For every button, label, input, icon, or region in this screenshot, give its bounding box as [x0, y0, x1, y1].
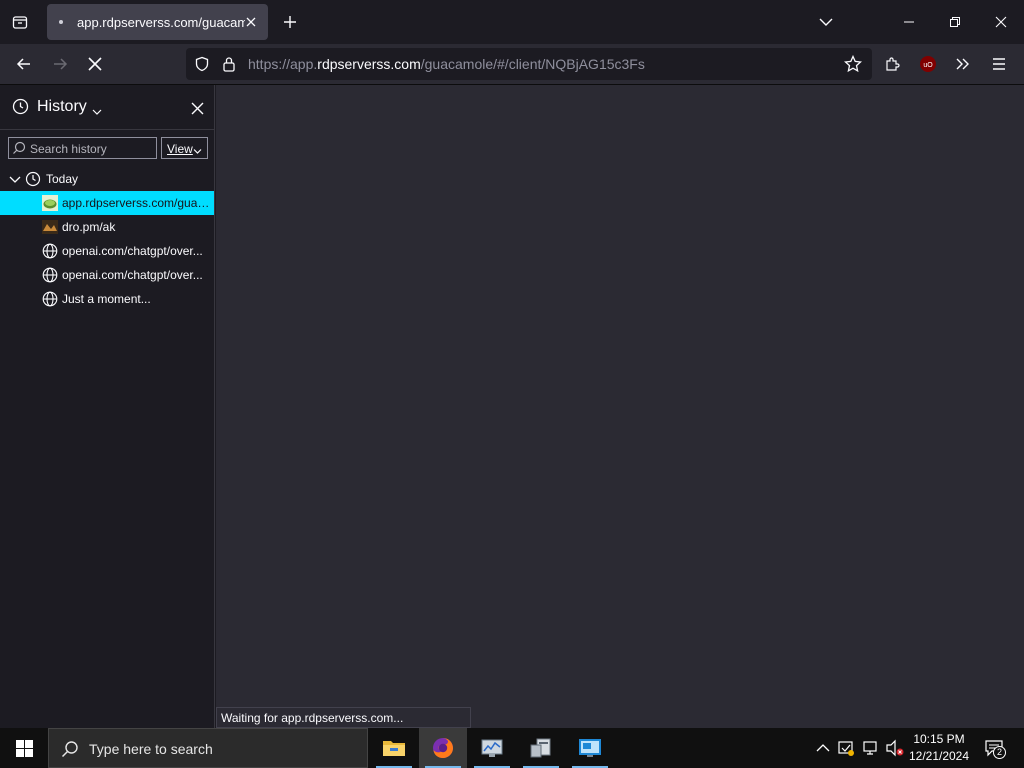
restore-icon[interactable] — [932, 0, 978, 44]
chevron-down-icon — [193, 144, 202, 158]
view-button[interactable]: View — [161, 137, 208, 159]
divider — [0, 129, 214, 130]
sidebar-header[interactable]: History — [0, 85, 214, 129]
bookmark-star-icon[interactable] — [843, 54, 863, 78]
sidebar-close-icon[interactable] — [186, 97, 208, 119]
history-sidebar: History Search history View Today app.rd… — [0, 85, 215, 728]
tab-strip: app.rdpserverss.com/guacamole — [0, 0, 1024, 44]
loading-dot-icon — [59, 20, 63, 24]
url-host: rdpserverss.com — [317, 56, 421, 72]
forward-icon — [46, 50, 74, 78]
taskbar-search-placeholder: Type here to search — [89, 741, 213, 757]
search-icon — [12, 141, 26, 160]
ublock-origin-icon[interactable]: uO — [914, 50, 942, 78]
url-text[interactable]: https://app.rdpserverss.com/guacamole/#/… — [248, 56, 645, 72]
server-manager-icon[interactable] — [517, 728, 565, 768]
url-prefix: https://app. — [248, 56, 318, 72]
clock-icon — [12, 98, 29, 120]
status-panel: Waiting for app.rdpserverss.com... — [216, 707, 471, 728]
network-icon[interactable] — [861, 738, 881, 758]
sidebar-title[interactable]: History — [37, 98, 87, 116]
clock-date: 12/21/2024 — [908, 749, 970, 763]
search-icon — [61, 740, 79, 763]
history-item-label: Just a moment... — [62, 292, 151, 306]
history-item-label: app.rdpserverss.com/guac... — [62, 196, 210, 210]
remote-desktop-icon[interactable] — [566, 728, 614, 768]
url-path: /guacamole/#/client/NQBjAG15c3Fs — [420, 56, 645, 72]
svg-text:uO: uO — [923, 62, 933, 69]
firefox-taskbar-icon[interactable] — [419, 728, 467, 768]
guacamole-favicon — [42, 195, 58, 211]
firefox-view-icon[interactable] — [6, 8, 34, 36]
search-placeholder: Search history — [30, 142, 107, 156]
history-item[interactable]: openai.com/chatgpt/over... — [0, 263, 214, 287]
close-tab-icon[interactable] — [242, 13, 260, 31]
tab-title: app.rdpserverss.com/guacamole — [77, 14, 245, 30]
server-status-icon[interactable] — [836, 738, 856, 758]
stop-loading-icon[interactable] — [81, 50, 109, 78]
extensions-icon[interactable] — [878, 50, 906, 78]
view-label: View — [167, 142, 193, 156]
history-group-today[interactable]: Today — [0, 167, 214, 191]
new-tab-icon[interactable] — [278, 10, 302, 34]
minimize-icon[interactable] — [886, 0, 932, 44]
tracking-protection-shield-icon[interactable] — [194, 56, 210, 77]
history-item-label: dro.pm/ak — [62, 220, 116, 234]
list-all-tabs-icon[interactable] — [814, 10, 838, 34]
back-icon[interactable] — [10, 50, 38, 78]
overflow-chevrons-icon[interactable] — [949, 50, 977, 78]
lock-icon[interactable] — [222, 56, 236, 77]
hamburger-menu-icon[interactable] — [985, 50, 1013, 78]
group-label: Today — [46, 172, 79, 186]
search-history-input[interactable]: Search history — [8, 137, 157, 159]
taskbar-search-input[interactable]: Type here to search — [48, 728, 368, 768]
taskbar: Type here to search 10:15 PM 12/21/2024 … — [0, 728, 1024, 768]
taskbar-clock[interactable]: 10:15 PM 12/21/2024 — [906, 731, 972, 765]
clock-time: 10:15 PM — [913, 732, 965, 746]
history-item[interactable]: Just a moment... — [0, 287, 214, 311]
chevron-up-icon[interactable] — [813, 738, 833, 758]
dro-favicon — [42, 219, 58, 235]
url-bar[interactable]: https://app.rdpserverss.com/guacamole/#/… — [186, 48, 872, 80]
tab-active[interactable]: app.rdpserverss.com/guacamole — [47, 4, 268, 40]
file-explorer-icon[interactable] — [370, 728, 418, 768]
clock-icon — [25, 171, 41, 187]
globe-icon — [42, 291, 58, 307]
globe-icon — [42, 267, 58, 283]
history-item[interactable]: dro.pm/ak — [0, 215, 214, 239]
history-item-label: openai.com/chatgpt/over... — [62, 244, 203, 258]
notification-count-badge: 2 — [993, 746, 1006, 759]
close-window-icon[interactable] — [978, 0, 1024, 44]
nav-bar: https://app.rdpserverss.com/guacamole/#/… — [0, 44, 1024, 85]
performance-monitor-icon[interactable] — [468, 728, 516, 768]
history-item[interactable]: openai.com/chatgpt/over... — [0, 239, 214, 263]
windows-start-icon[interactable] — [0, 728, 48, 768]
history-item[interactable]: app.rdpserverss.com/guac... — [0, 191, 214, 215]
volume-muted-icon[interactable] — [885, 738, 905, 758]
page-content[interactable] — [216, 85, 1024, 728]
globe-icon — [42, 243, 58, 259]
chevron-down-icon[interactable] — [92, 103, 102, 121]
chevron-down-icon[interactable] — [7, 171, 23, 187]
history-item-label: openai.com/chatgpt/over... — [62, 268, 203, 282]
